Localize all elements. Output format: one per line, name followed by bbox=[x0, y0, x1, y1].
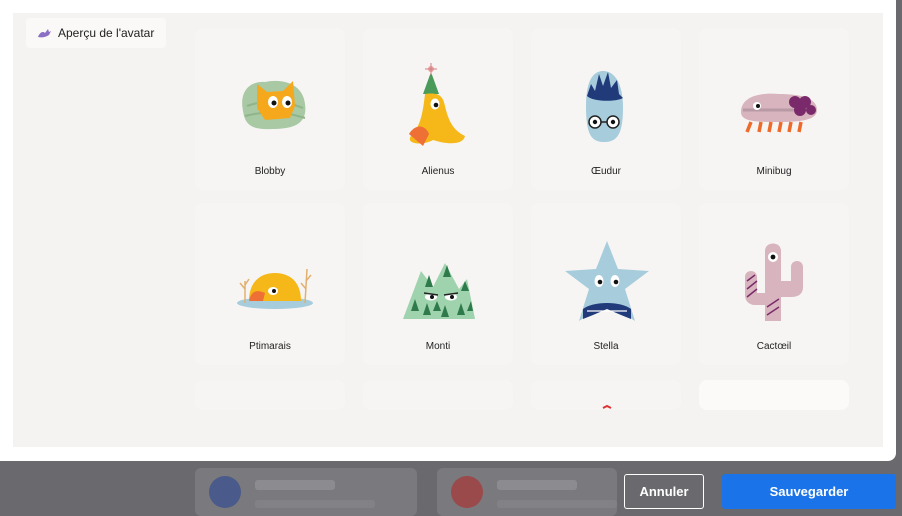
stella-avatar-icon bbox=[565, 241, 649, 321]
avatar-tile-ptimarais[interactable]: Ptimarais bbox=[195, 203, 345, 365]
avatar-tile-partial[interactable] bbox=[699, 380, 849, 410]
avatar-panel: Aperçu de l'avatar Blobby Alienus Œudur … bbox=[13, 13, 883, 447]
avatar-name: Stella bbox=[593, 341, 619, 352]
cactoeil-avatar-icon bbox=[745, 243, 803, 321]
avatar-name: Alienus bbox=[421, 166, 455, 177]
avatar-picker-dialog: Aperçu de l'avatar Blobby Alienus Œudur … bbox=[0, 0, 896, 461]
save-button[interactable]: Sauvegarder bbox=[722, 474, 896, 509]
background-avatar bbox=[451, 476, 483, 508]
avatar-name: Ptimarais bbox=[249, 341, 291, 352]
avatar-tile-oeudur[interactable]: Œudur bbox=[531, 28, 681, 190]
avatar-tile-alienus[interactable]: Alienus bbox=[363, 28, 513, 190]
avatar-tile-stella[interactable]: Stella bbox=[531, 203, 681, 365]
avatar-preview-label: Aperçu de l'avatar bbox=[58, 26, 155, 40]
avatar-tile-cactoeil[interactable]: Cactœil bbox=[699, 203, 849, 365]
avatar-preview-icon bbox=[38, 29, 51, 38]
avatar-tile-partial[interactable] bbox=[531, 380, 681, 410]
avatar-name: Œudur bbox=[590, 166, 621, 177]
background-card bbox=[437, 468, 617, 516]
partial-avatar-icon bbox=[602, 404, 612, 409]
ptimarais-avatar-icon bbox=[237, 268, 313, 309]
background-card bbox=[195, 468, 417, 516]
minibug-avatar-icon bbox=[741, 93, 817, 133]
avatar-tile-monti[interactable]: Monti bbox=[363, 203, 513, 365]
blobby-avatar-icon bbox=[242, 80, 306, 130]
avatar-tile-minibug[interactable]: Minibug bbox=[699, 28, 849, 190]
avatar-tile-partial[interactable] bbox=[363, 380, 513, 410]
avatar-name: Minibug bbox=[756, 166, 792, 177]
avatar-preview-chip: Aperçu de l'avatar bbox=[26, 18, 167, 48]
monti-avatar-icon bbox=[403, 263, 475, 319]
avatar-tile-partial[interactable] bbox=[195, 380, 345, 410]
avatar-name: Monti bbox=[425, 341, 451, 352]
avatar-tile-blobby[interactable]: Blobby bbox=[195, 28, 345, 190]
avatar-name: Cactœil bbox=[756, 341, 792, 352]
alienus-avatar-icon bbox=[409, 63, 465, 146]
avatar-name: Blobby bbox=[254, 166, 286, 177]
background-avatar bbox=[209, 476, 241, 508]
cancel-button[interactable]: Annuler bbox=[624, 474, 704, 509]
oeudur-avatar-icon bbox=[586, 71, 623, 142]
